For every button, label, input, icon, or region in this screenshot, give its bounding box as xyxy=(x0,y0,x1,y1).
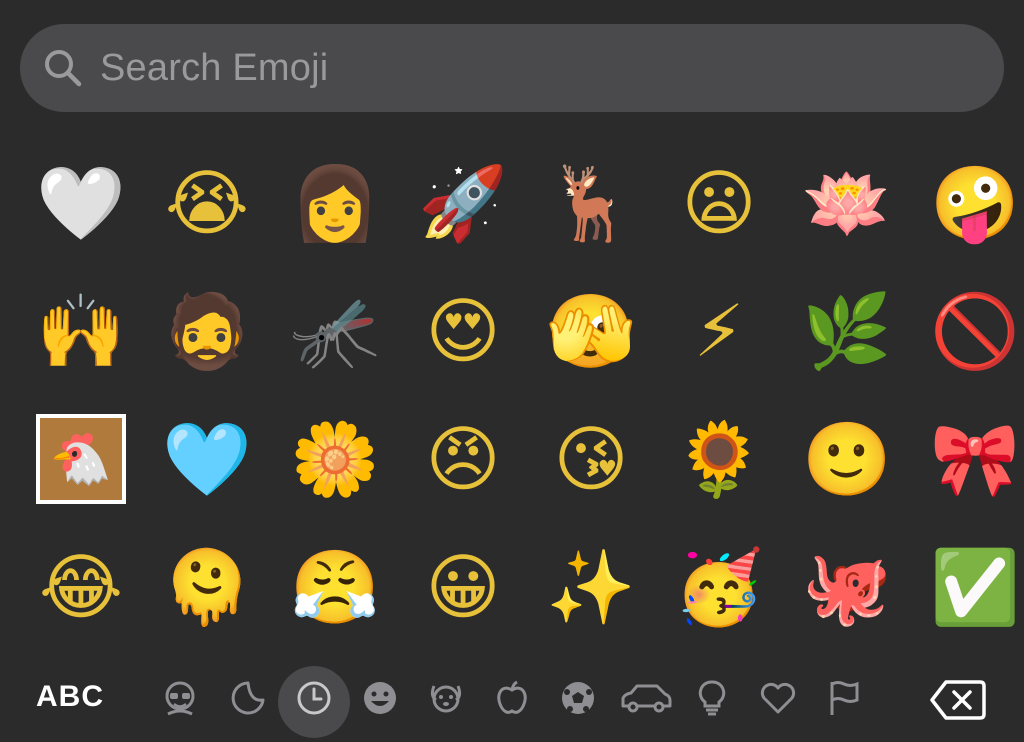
smileys-icon[interactable] xyxy=(358,676,402,720)
flags-icon[interactable] xyxy=(822,676,866,720)
emoji-deer[interactable]: 🦌 xyxy=(536,148,646,258)
messy-hair-face-glyph: 😤 xyxy=(290,545,380,629)
loudly-crying-face-glyph: 😭 xyxy=(164,161,250,245)
angry-face-hands-glyph: 😠 xyxy=(425,417,501,501)
light-blue-heart-glyph: 🩵 xyxy=(162,417,252,501)
food-apple-icon[interactable] xyxy=(490,676,534,720)
herb-glyph: 🌿 xyxy=(802,289,892,373)
backspace-icon[interactable] xyxy=(930,678,986,722)
face-with-monocle-hand-glyph: 🫣 xyxy=(546,289,636,373)
emoji-lotus[interactable]: 🪷 xyxy=(792,148,902,258)
emoji-high-voltage[interactable]: ⚡ xyxy=(664,276,774,386)
emoji-smiling-face-plate[interactable]: 🙂 xyxy=(792,404,902,514)
emoji-white-heart[interactable]: 🤍 xyxy=(26,148,136,258)
emoji-keyboard: Search Emoji 🤍 😭 👩 🚀 🦌 😦 🪷 🤪 🙌 🧔 🦟 😍 🫣 ⚡ 🌿 🚫 🐔 🩵 🌼 😠 😘 🌻 🙂 🎀 😂 🫠 😤… xyxy=(0,0,1024,742)
travel-car-icon[interactable] xyxy=(618,676,674,720)
emoji-grid: 🤍 😭 👩 🚀 🦌 😦 🪷 🤪 🙌 🧔 🦟 😍 🫣 ⚡ 🌿 🚫 🐔 🩵 🌼 😠 😘 🌻 🙂 🎀 😂 🫠 😤 😀 ✨ 🥳 🐙 ✅ xyxy=(0,138,1024,658)
search-icon xyxy=(42,47,84,89)
emoji-frowning-face-open-mouth[interactable]: 😦 xyxy=(664,148,774,258)
memoji-icon[interactable] xyxy=(158,676,202,720)
emoji-melting-face[interactable]: 🫠 xyxy=(152,532,262,642)
emoji-loudly-crying-face[interactable]: 😭 xyxy=(152,148,262,258)
custom-chicken-sticker-glyph: 🐔 xyxy=(36,414,126,504)
emoji-mosquito[interactable]: 🦟 xyxy=(280,276,390,386)
emoji-light-blue-heart[interactable]: 🩵 xyxy=(152,404,262,514)
activity-ball-icon[interactable] xyxy=(556,676,600,720)
emoji-prohibited-face[interactable]: 🚫 xyxy=(920,276,1024,386)
sunflower-glyph: 🌻 xyxy=(674,417,764,501)
emoji-face-with-tears-of-joy[interactable]: 😂 xyxy=(26,532,136,642)
abc-key[interactable]: ABC xyxy=(36,680,104,714)
emoji-blossom[interactable]: 🌼 xyxy=(280,404,390,514)
emoji-zany-face[interactable]: 🤪 xyxy=(920,148,1024,258)
lotus-glyph: 🪷 xyxy=(802,161,892,245)
white-heart-glyph: 🤍 xyxy=(36,161,126,245)
emoji-sunflower[interactable]: 🌻 xyxy=(664,404,774,514)
high-voltage-glyph: ⚡ xyxy=(693,289,745,373)
emoji-check-mark-button[interactable]: ✅ xyxy=(920,532,1024,642)
face-with-tears-of-joy-glyph: 😂 xyxy=(38,545,124,629)
animals-icon[interactable] xyxy=(424,676,468,720)
recent-clock-icon[interactable] xyxy=(292,676,336,720)
emoji-celebrating-face[interactable]: 🥳 xyxy=(664,532,774,642)
emoji-face-with-monocle-hand[interactable]: 🫣 xyxy=(536,276,646,386)
mosquito-glyph: 🦟 xyxy=(290,289,380,373)
sparkles-glyph: ✨ xyxy=(546,545,636,629)
kissing-face-heart-glyph: 😘 xyxy=(553,417,629,501)
zany-face-glyph: 🤪 xyxy=(930,161,1020,245)
emoji-octopus[interactable]: 🐙 xyxy=(792,532,902,642)
deer-glyph: 🦌 xyxy=(546,161,636,245)
celebrating-face-glyph: 🥳 xyxy=(674,545,764,629)
man-with-beard-glyph: 🧔 xyxy=(162,289,252,373)
emoji-raising-hands[interactable]: 🙌 xyxy=(26,276,136,386)
emoji-messy-hair-face[interactable]: 😤 xyxy=(280,532,390,642)
stickers-icon[interactable] xyxy=(226,676,270,720)
emoji-ribbon[interactable]: 🎀 xyxy=(920,404,1024,514)
emoji-woman-with-glasses[interactable]: 👩 xyxy=(280,148,390,258)
objects-lightbulb-icon[interactable] xyxy=(690,676,734,720)
melting-face-glyph: 🫠 xyxy=(162,545,252,629)
rocket-glyph: 🚀 xyxy=(418,161,508,245)
emoji-angry-face-hands[interactable]: 😠 xyxy=(408,404,518,514)
check-mark-button-glyph: ✅ xyxy=(930,545,1020,629)
emoji-rocket[interactable]: 🚀 xyxy=(408,148,518,258)
emoji-custom-chicken-sticker[interactable]: 🐔 xyxy=(26,404,136,514)
blossom-glyph: 🌼 xyxy=(290,417,380,501)
heart-eyes-face-glyph: 😍 xyxy=(425,289,501,373)
symbols-heart-icon[interactable] xyxy=(756,676,800,720)
keyboard-bottom-bar: ABC xyxy=(0,658,1024,742)
emoji-kissing-face-heart[interactable]: 😘 xyxy=(536,404,646,514)
emoji-man-with-beard[interactable]: 🧔 xyxy=(152,276,262,386)
ribbon-glyph: 🎀 xyxy=(930,417,1020,501)
search-placeholder: Search Emoji xyxy=(100,46,329,89)
emoji-grinning-face[interactable]: 😀 xyxy=(408,532,518,642)
woman-with-glasses-glyph: 👩 xyxy=(290,161,380,245)
emoji-heart-eyes-face[interactable]: 😍 xyxy=(408,276,518,386)
search-field[interactable]: Search Emoji xyxy=(20,24,1004,112)
octopus-glyph: 🐙 xyxy=(802,545,892,629)
frowning-face-open-mouth-glyph: 😦 xyxy=(681,161,757,245)
emoji-sparkles[interactable]: ✨ xyxy=(536,532,646,642)
grinning-face-glyph: 😀 xyxy=(425,545,501,629)
emoji-herb[interactable]: 🌿 xyxy=(792,276,902,386)
prohibited-face-glyph: 🚫 xyxy=(930,289,1020,373)
smiling-face-plate-glyph: 🙂 xyxy=(802,417,892,501)
raising-hands-glyph: 🙌 xyxy=(36,289,126,373)
